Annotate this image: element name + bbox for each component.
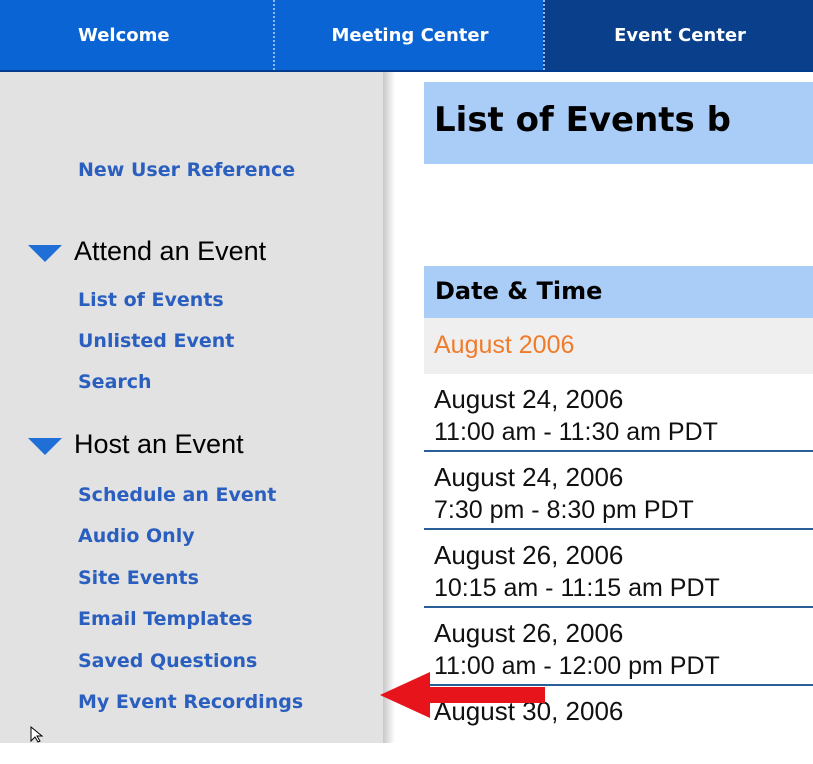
sidebar-link-search[interactable]: Search — [78, 371, 152, 393]
sidebar-link-unlisted-event[interactable]: Unlisted Event — [78, 330, 234, 352]
sidebar-link-my-event-recordings[interactable]: My Event Recordings — [78, 691, 303, 713]
column-header-label: Date & Time — [435, 277, 603, 305]
sidebar-link-audio-only[interactable]: Audio Only — [78, 525, 195, 547]
event-time: 11:00 am - 11:30 am PDT — [434, 418, 718, 446]
tab-event-center[interactable]: Event Center — [543, 0, 813, 70]
section-attend-an-event[interactable]: Attend an Event — [28, 236, 266, 267]
event-date: August 24, 2006 — [434, 462, 624, 492]
red-arrow-icon — [380, 672, 545, 718]
section-attend-label: Attend an Event — [74, 236, 267, 266]
tab-event-center-label: Event Center — [614, 24, 746, 46]
top-navigation: Welcome Meeting Center Event Center — [0, 0, 813, 72]
tab-meeting-center-label: Meeting Center — [331, 24, 489, 46]
table-row[interactable]: August 24, 2006 7:30 pm - 8:30 pm PDT — [424, 454, 813, 530]
sidebar-link-site-events[interactable]: Site Events — [78, 567, 199, 589]
column-header-date-time[interactable]: Date & Time — [424, 266, 813, 318]
tab-welcome[interactable]: Welcome — [0, 0, 273, 70]
triangle-down-icon — [28, 245, 62, 262]
triangle-down-icon — [28, 438, 62, 455]
section-host-an-event[interactable]: Host an Event — [28, 429, 244, 460]
sidebar-divider — [383, 72, 395, 743]
event-time: 7:30 pm - 8:30 pm PDT — [434, 496, 694, 524]
table-row[interactable]: August 24, 2006 11:00 am - 11:30 am PDT — [424, 376, 813, 452]
page-title-bar: List of Events b — [424, 82, 813, 164]
sidebar-link-schedule-an-event[interactable]: Schedule an Event — [78, 484, 276, 506]
mouse-cursor-icon — [30, 726, 44, 743]
event-date: August 26, 2006 — [434, 618, 624, 648]
tab-meeting-center[interactable]: Meeting Center — [273, 0, 545, 70]
event-time: 10:15 am - 11:15 am PDT — [434, 574, 720, 602]
page-title: List of Events b — [434, 100, 731, 140]
event-date: August 26, 2006 — [434, 540, 624, 570]
sidebar-link-saved-questions[interactable]: Saved Questions — [78, 650, 257, 672]
table-row[interactable]: August 26, 2006 10:15 am - 11:15 am PDT — [424, 532, 813, 608]
month-group-header: August 2006 — [424, 318, 813, 374]
sidebar-link-email-templates[interactable]: Email Templates — [78, 608, 253, 630]
sidebar-link-list-of-events[interactable]: List of Events — [78, 289, 224, 311]
month-label: August 2006 — [434, 331, 575, 359]
event-date: August 24, 2006 — [434, 384, 624, 414]
tab-welcome-label: Welcome — [78, 24, 170, 46]
sidebar-link-new-user-reference[interactable]: New User Reference — [78, 159, 295, 181]
section-host-label: Host an Event — [74, 429, 244, 459]
